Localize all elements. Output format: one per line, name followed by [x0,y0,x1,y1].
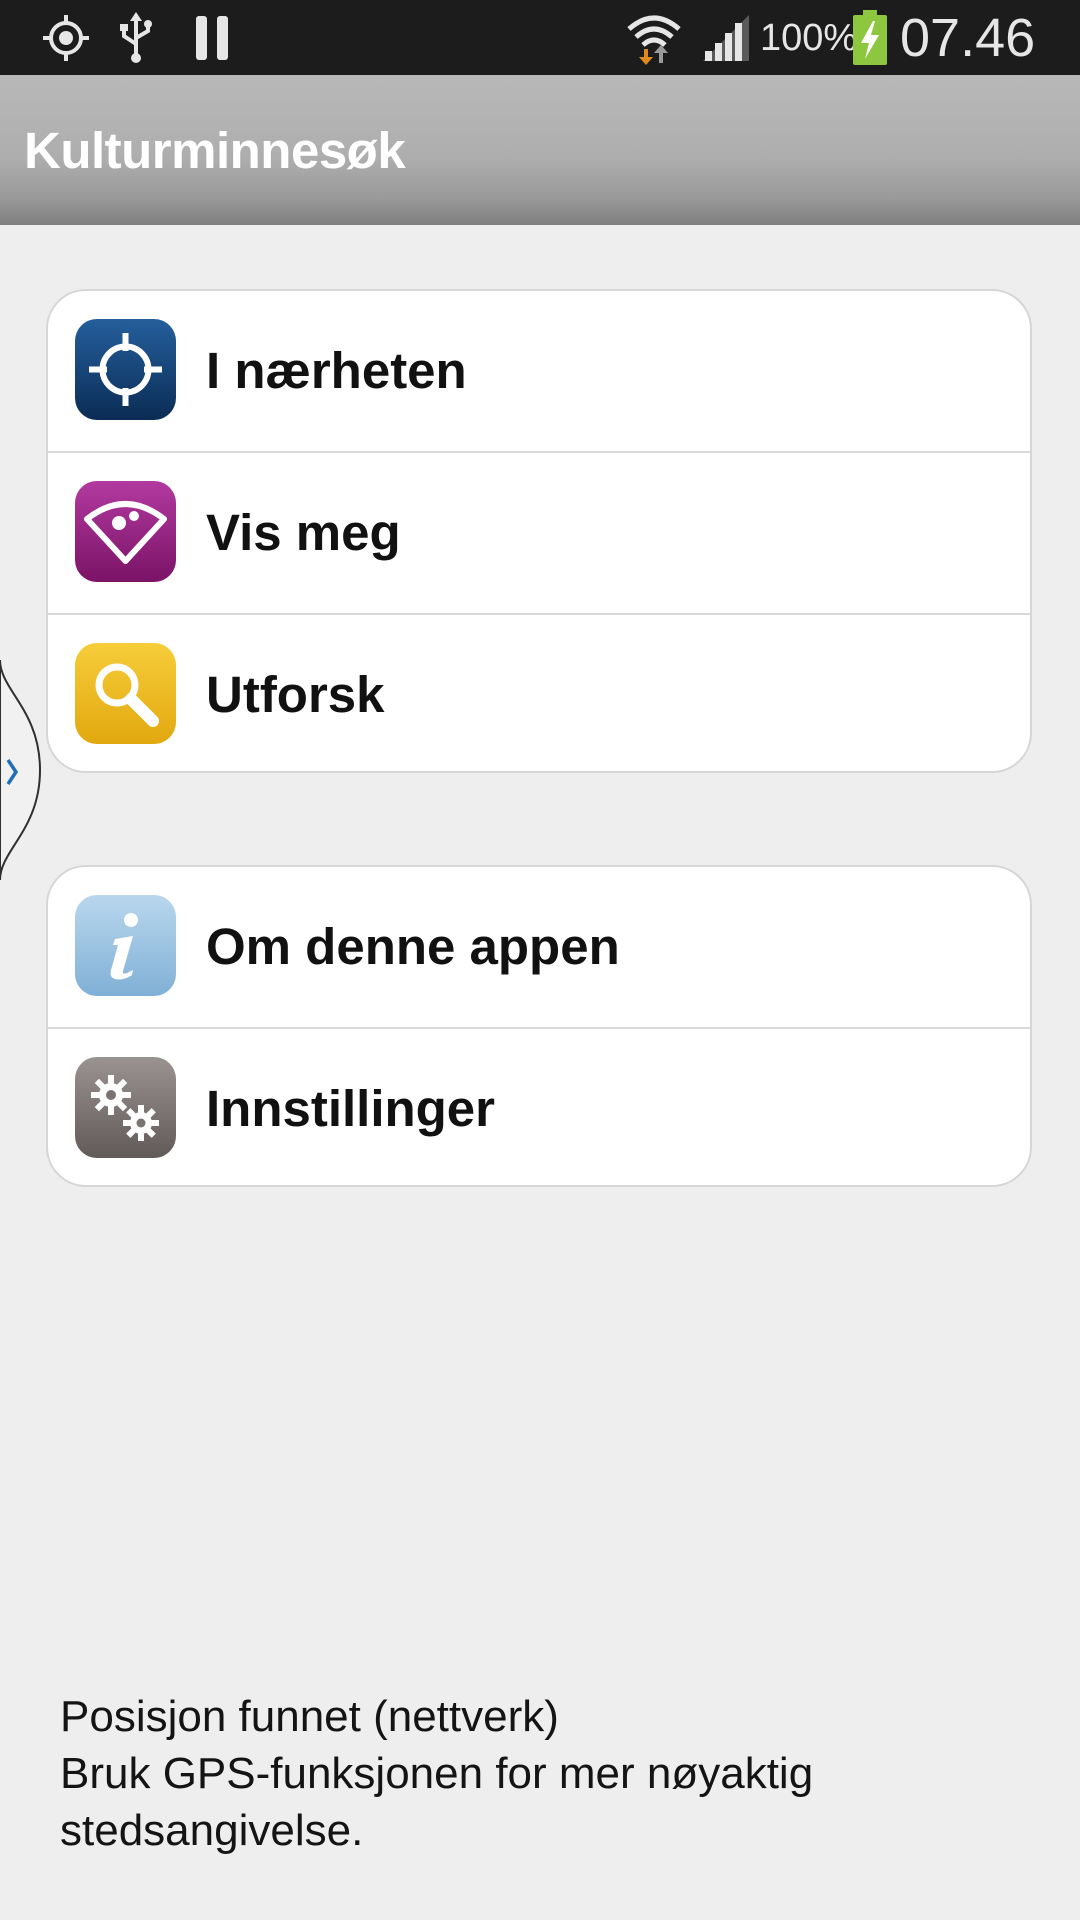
status-bar: 100% 07.46 [0,0,1080,75]
wifi-icon [624,0,684,75]
crosshair-icon [75,319,176,420]
side-panel-handle[interactable] [0,659,46,881]
primary-menu-card: I nærheten Vis meg Utforsk [46,289,1032,773]
magnifier-icon [75,643,176,744]
gps-hint-line-continued: stedsangivelse. [60,1806,364,1855]
menu-item-label: Innstillinger [206,1080,496,1137]
app-title: Kulturminnesøk [24,122,406,179]
menu-item-label: I nærheten [206,342,467,399]
action-bar: Kulturminnesøk [0,75,1080,225]
menu-item-vis-meg[interactable]: Vis meg [48,453,1030,615]
pause-icon [190,0,234,75]
battery-charging-icon [850,0,890,75]
location-status-message: Posisjon funnet (nettverk) Bruk GPS-funk… [60,1688,1040,1859]
gears-icon [75,1057,176,1158]
info-icon [75,895,176,996]
secondary-menu-card: Om denne appen Innstillinger [46,865,1032,1187]
clock: 07.46 [900,8,1036,68]
menu-item-utforsk[interactable]: Utforsk [48,615,1030,771]
menu-item-label: Utforsk [206,666,385,723]
menu-item-innstillinger[interactable]: Innstillinger [48,1029,1030,1185]
battery-percent: 100% [760,17,858,59]
menu-item-i-naerheten[interactable]: I nærheten [48,291,1030,453]
gps-hint-line: Bruk GPS-funksjonen for mer nøyaktig [60,1749,814,1798]
menu-item-label: Vis meg [206,504,401,561]
usb-icon [116,0,156,75]
location-icon [38,0,94,75]
location-status-line: Posisjon funnet (nettverk) [60,1692,559,1741]
menu-item-label: Om denne appen [206,918,620,975]
radar-eye-icon [75,481,176,582]
signal-icon [700,0,752,75]
menu-item-om-denne-appen[interactable]: Om denne appen [48,867,1030,1029]
